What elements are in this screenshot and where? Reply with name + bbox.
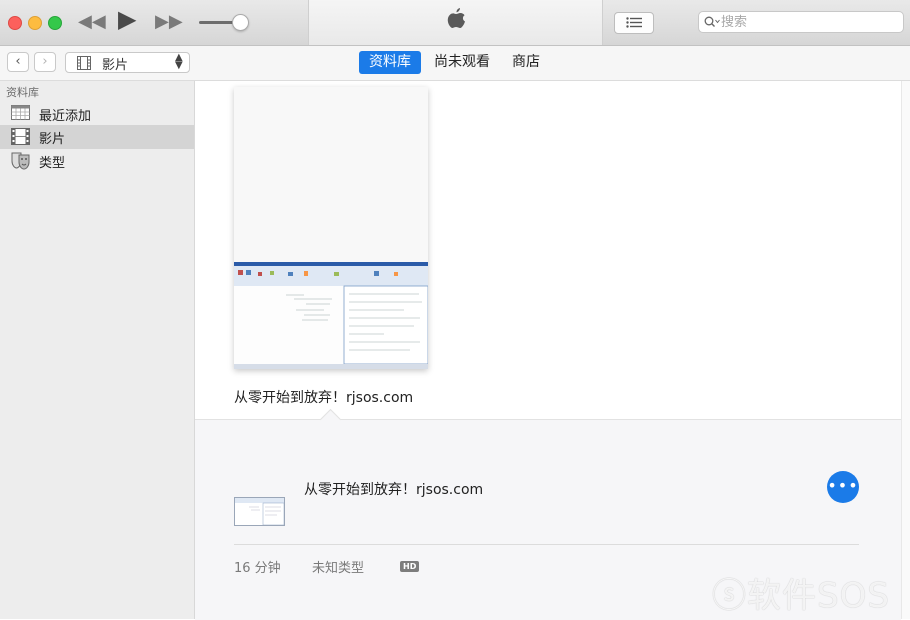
- sidebar-item-label: 最近添加: [39, 109, 92, 124]
- sidebar-item-label: 类型: [39, 156, 66, 171]
- up-next-list-button[interactable]: [614, 12, 654, 34]
- tab-unwatched[interactable]: 尚未观看: [424, 51, 500, 74]
- sidebar-item-genres[interactable]: 类型: [0, 149, 194, 173]
- library-grid: 从零开始到放弃！rjsos.com 从零开始到放弃！rjsos.com ••• …: [195, 81, 901, 620]
- watermark-logo-icon: ⓢ: [712, 576, 747, 616]
- calendar-grid-icon: [11, 105, 30, 120]
- chevron-right-icon: ›: [42, 54, 48, 69]
- list-icon: [626, 17, 642, 28]
- tab-library[interactable]: 资料库: [359, 51, 421, 74]
- volume-slider-knob[interactable]: [232, 14, 249, 31]
- search-icon: [704, 16, 720, 27]
- forward-button[interactable]: ›: [34, 52, 56, 72]
- search-input[interactable]: [721, 13, 891, 31]
- navigation-bar: ‹ › 影片 ▲ ▼ 资料库 尚未观看 商店: [0, 46, 910, 81]
- chevron-left-icon: ‹: [15, 54, 21, 69]
- watermark: ⓢ软件SOS: [712, 568, 890, 617]
- toolbar: ◀◀ ▶ ▶▶: [0, 0, 910, 46]
- ellipsis-icon: •••: [827, 476, 859, 495]
- maximize-window-button[interactable]: [48, 16, 62, 30]
- sidebar-item-movies[interactable]: 影片: [0, 125, 194, 149]
- sidebar-item-label: 影片: [39, 132, 66, 147]
- theater-masks-icon: [11, 152, 30, 170]
- play-icon[interactable]: ▶: [118, 7, 136, 31]
- sidebar-item-recently-added[interactable]: 最近添加: [0, 102, 194, 126]
- sidebar-header: 资料库: [6, 86, 39, 99]
- film-strip-icon: [77, 56, 91, 70]
- scrollbar[interactable]: [901, 81, 910, 619]
- video-frame-thumbnail: [234, 262, 428, 369]
- hd-badge: HD: [400, 561, 420, 572]
- duration-label: 16 分钟: [234, 561, 281, 576]
- watermark-text: 软件SOS: [747, 576, 890, 616]
- fast-forward-icon[interactable]: ▶▶: [155, 10, 183, 34]
- minimize-window-button[interactable]: [28, 16, 42, 30]
- sidebar: 资料库 最近添加 影片 类型: [0, 81, 195, 619]
- back-button[interactable]: ‹: [7, 52, 29, 72]
- tab-store[interactable]: 商店: [502, 51, 550, 74]
- detail-title: 从零开始到放弃！rjsos.com: [304, 482, 484, 498]
- rewind-icon[interactable]: ◀◀: [78, 10, 106, 34]
- movie-poster[interactable]: [234, 87, 428, 369]
- search-field[interactable]: [698, 11, 904, 33]
- movie-title[interactable]: 从零开始到放弃！rjsos.com: [234, 387, 413, 407]
- video-frame-thumbnail: [235, 498, 284, 525]
- more-options-button[interactable]: •••: [827, 471, 859, 503]
- close-window-button[interactable]: [8, 16, 22, 30]
- genre-label: 未知类型: [312, 561, 365, 576]
- up-down-chevron-icon: ▲ ▼: [175, 52, 183, 71]
- divider: [234, 544, 859, 545]
- movie-thumbnail: [234, 497, 285, 526]
- media-kind-select[interactable]: 影片 ▲ ▼: [65, 52, 190, 73]
- status-display: [308, 0, 603, 45]
- apple-logo-icon: [447, 8, 465, 28]
- media-kind-label: 影片: [102, 58, 129, 73]
- film-strip-icon: [11, 128, 30, 145]
